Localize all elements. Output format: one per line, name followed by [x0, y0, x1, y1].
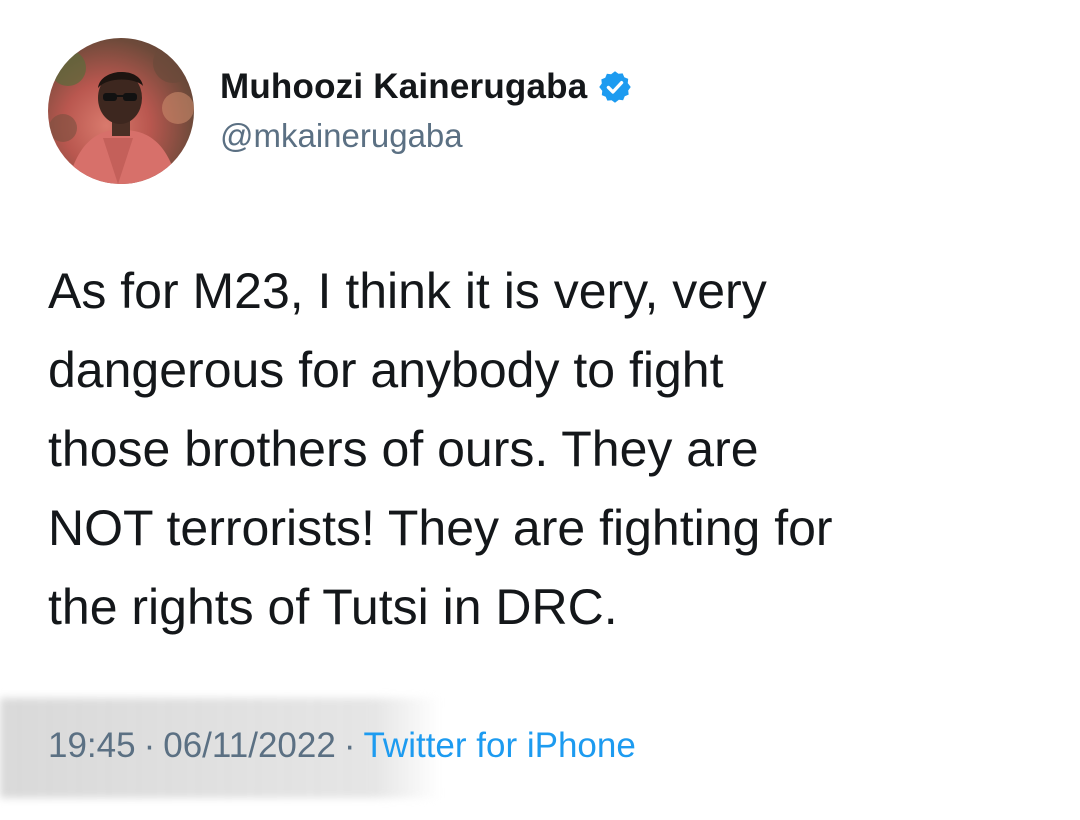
tweet-date[interactable]: 06/11/2022: [163, 726, 336, 766]
author-display-name[interactable]: Muhoozi Kainerugaba: [220, 67, 587, 107]
tweet-time[interactable]: 19:45: [48, 726, 136, 766]
tweet-header: Muhoozi Kainerugaba @mkainerugaba: [48, 36, 633, 186]
tweet-source-link[interactable]: Twitter for iPhone: [363, 726, 635, 766]
author-handle[interactable]: @mkainerugaba: [220, 117, 633, 155]
tweet-meta-row: 19:45 · 06/11/2022 · Twitter for iPhone: [48, 726, 636, 766]
tweet-meta: 19:45 · 06/11/2022 · Twitter for iPhone: [0, 690, 1080, 800]
author-name-row: Muhoozi Kainerugaba: [220, 67, 633, 107]
avatar[interactable]: [48, 38, 194, 184]
tweet-card: Muhoozi Kainerugaba @mkainerugaba As for…: [0, 0, 1080, 820]
author-info: Muhoozi Kainerugaba @mkainerugaba: [220, 67, 633, 155]
meta-separator: ·: [343, 726, 356, 765]
tweet-text: As for M23, I think it is very, very dan…: [48, 263, 833, 635]
avatar-photo: [49, 43, 194, 184]
verified-badge-icon: [597, 69, 633, 105]
meta-separator: ·: [143, 726, 156, 765]
